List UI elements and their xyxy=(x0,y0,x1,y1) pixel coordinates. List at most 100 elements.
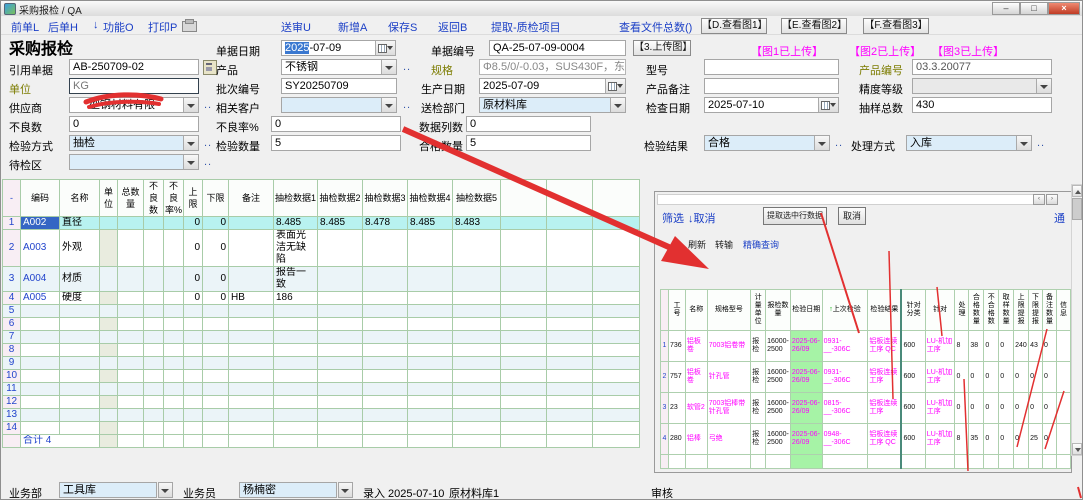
table-cell[interactable] xyxy=(363,422,408,435)
row-number[interactable]: 12 xyxy=(3,396,21,409)
table-cell[interactable] xyxy=(144,383,164,396)
popup-column-header[interactable]: 上限提报 xyxy=(1014,290,1029,331)
table-cell[interactable] xyxy=(144,318,164,331)
pass-qty-field[interactable]: 5 xyxy=(466,135,591,151)
table-cell[interactable] xyxy=(184,305,203,318)
table-cell[interactable] xyxy=(164,409,184,422)
table-cell[interactable] xyxy=(229,217,274,230)
table-cell[interactable] xyxy=(118,230,144,267)
popup-column-header[interactable]: 下限提报 xyxy=(1029,290,1043,331)
popup-table-cell[interactable]: LU-机加工序 xyxy=(925,362,955,393)
table-cell[interactable] xyxy=(408,267,453,292)
table-cell[interactable] xyxy=(144,396,164,409)
popup-table-cell[interactable] xyxy=(1056,424,1070,455)
table-cell[interactable] xyxy=(547,357,593,370)
table-cell[interactable] xyxy=(60,396,100,409)
table-cell[interactable] xyxy=(203,318,229,331)
table-cell[interactable] xyxy=(21,305,60,318)
print-link[interactable]: 打印P xyxy=(148,19,177,35)
table-cell[interactable] xyxy=(60,331,100,344)
popup-table-cell[interactable]: 铝板连续工序 xyxy=(868,393,902,424)
popup-table-cell[interactable]: 38 xyxy=(969,331,984,362)
table-cell[interactable]: 硬度 xyxy=(60,292,100,305)
popup-table-cell[interactable]: 0948-__-306C xyxy=(822,424,868,455)
popup-table-cell[interactable]: 16000-2500 xyxy=(766,424,791,455)
table-cell[interactable] xyxy=(501,370,547,383)
table-cell[interactable] xyxy=(593,267,640,292)
popup-table-cell[interactable]: 757 xyxy=(668,362,685,393)
table-cell[interactable] xyxy=(408,344,453,357)
sample-total-field[interactable]: 430 xyxy=(912,97,1052,113)
popup-table-cell[interactable]: 报检 xyxy=(751,331,766,362)
popup-table-cell[interactable]: 软管2 xyxy=(685,393,707,424)
table-cell[interactable] xyxy=(184,370,203,383)
table-cell[interactable] xyxy=(118,267,144,292)
product-combobox[interactable]: 不锈钢 xyxy=(281,59,397,75)
spec-field[interactable]: Φ8.5/0/-0.03，SUS430F，东北特钢 xyxy=(479,59,626,75)
table-cell[interactable]: HB xyxy=(229,292,274,305)
table-cell[interactable] xyxy=(547,422,593,435)
row-number[interactable]: 1 xyxy=(661,331,669,362)
table-cell[interactable]: 8.485 xyxy=(408,217,453,230)
table-cell[interactable] xyxy=(501,267,547,292)
column-header[interactable]: 抽检数据2 xyxy=(318,180,363,217)
table-cell[interactable] xyxy=(60,383,100,396)
table-cell[interactable] xyxy=(203,305,229,318)
chevron-down-icon[interactable] xyxy=(1016,136,1031,150)
back-link[interactable]: 返回B xyxy=(438,19,467,35)
popup-table-cell[interactable]: 600 xyxy=(901,331,925,362)
printer-icon[interactable] xyxy=(182,21,197,32)
table-cell[interactable] xyxy=(203,331,229,344)
table-cell[interactable] xyxy=(21,357,60,370)
popup-table-cell[interactable]: 0 xyxy=(1043,331,1057,362)
table-cell[interactable] xyxy=(318,292,363,305)
popup-table-cell[interactable]: 7003铝棒带针孔管 xyxy=(707,393,751,424)
table-cell[interactable] xyxy=(274,305,318,318)
table-cell[interactable]: 0 xyxy=(184,230,203,267)
wait-area-more-dots[interactable]: .. xyxy=(204,156,212,168)
table-cell[interactable] xyxy=(408,318,453,331)
table-cell[interactable] xyxy=(100,267,118,292)
popup-table-cell[interactable]: LU-机加工序 xyxy=(925,331,955,362)
table-cell[interactable] xyxy=(144,292,164,305)
row-number[interactable]: 5 xyxy=(3,305,21,318)
table-cell[interactable] xyxy=(593,409,640,422)
row-number[interactable]: 4 xyxy=(3,292,21,305)
table-cell[interactable] xyxy=(118,422,144,435)
table-cell[interactable]: 8.485 xyxy=(274,217,318,230)
table-cell[interactable] xyxy=(100,383,118,396)
table-cell[interactable] xyxy=(21,331,60,344)
view-pic2-button[interactable]: 【E.查看图2】 xyxy=(781,18,847,34)
table-cell[interactable] xyxy=(144,409,164,422)
table-cell[interactable] xyxy=(229,370,274,383)
popup-table-cell[interactable]: 240 xyxy=(1014,331,1029,362)
table-cell[interactable] xyxy=(453,292,501,305)
popup-filter-link[interactable]: 筛选 xyxy=(662,210,684,226)
table-cell[interactable] xyxy=(164,344,184,357)
table-cell[interactable] xyxy=(184,318,203,331)
table-cell[interactable] xyxy=(144,305,164,318)
popup-table-cell[interactable]: 0 xyxy=(999,331,1014,362)
table-cell[interactable]: 直径 xyxy=(60,217,100,230)
popup-right-link[interactable]: 通 xyxy=(1054,210,1065,226)
table-cell[interactable] xyxy=(274,331,318,344)
table-cell[interactable] xyxy=(593,422,640,435)
ref-bill-field[interactable]: AB-250709-02 xyxy=(69,59,199,75)
popup-table-cell[interactable]: 0 xyxy=(999,393,1014,424)
popup-table-cell[interactable]: 铝棒 xyxy=(685,424,707,455)
table-cell[interactable]: 0 xyxy=(203,230,229,267)
table-cell[interactable] xyxy=(203,370,229,383)
row-number[interactable]: 2 xyxy=(3,230,21,267)
popup-table-cell[interactable]: 280 xyxy=(668,424,685,455)
table-cell[interactable]: A004 xyxy=(21,267,60,292)
column-header[interactable] xyxy=(547,180,593,217)
table-cell[interactable]: A005 xyxy=(21,292,60,305)
table-cell[interactable] xyxy=(501,409,547,422)
popup-table-cell[interactable]: 25 xyxy=(1029,424,1043,455)
table-cell[interactable] xyxy=(118,409,144,422)
table-cell[interactable] xyxy=(60,409,100,422)
table-cell[interactable] xyxy=(21,318,60,331)
popup-column-header[interactable]: 检验日期 xyxy=(790,290,822,331)
view-pic3-button[interactable]: 【F.查看图3】 xyxy=(863,18,929,34)
table-cell[interactable] xyxy=(164,217,184,230)
